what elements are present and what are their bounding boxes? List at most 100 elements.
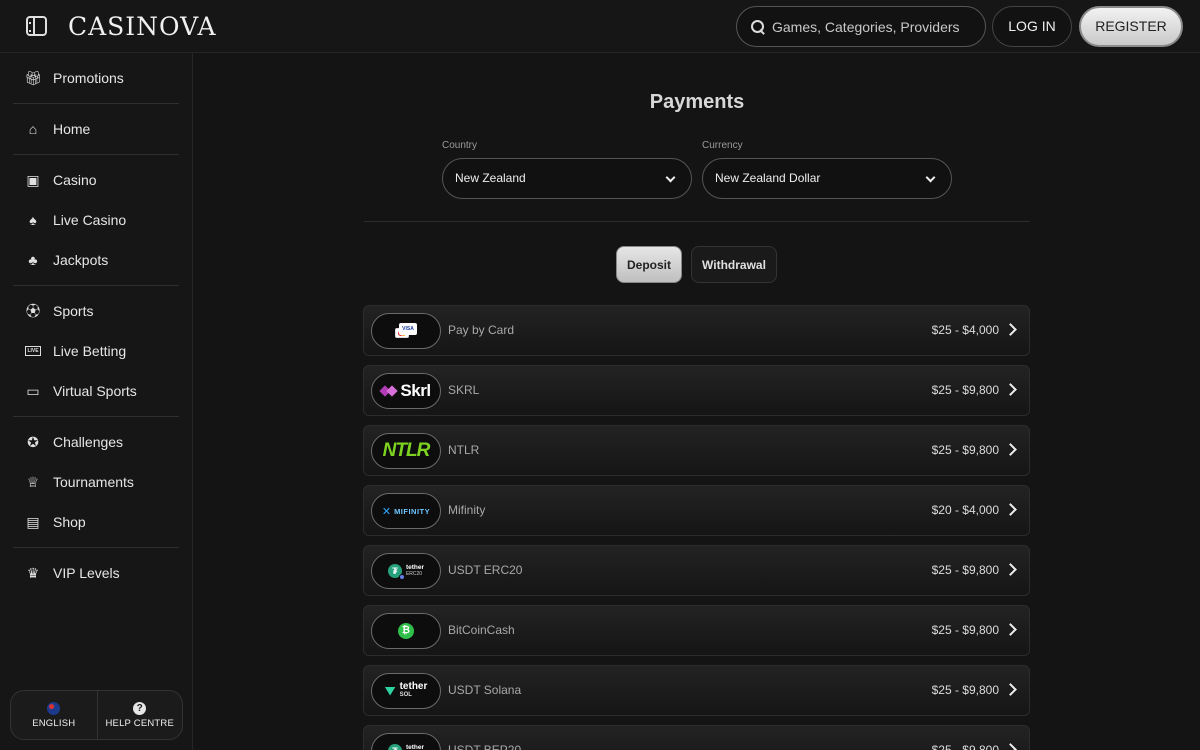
slot-machine-icon: ▣ [26,172,40,188]
sidebar-item-virtual-sports[interactable]: ▭ Virtual Sports [13,371,179,411]
tab-withdrawal[interactable]: Withdrawal [691,246,777,283]
payment-method-row[interactable]: NTLR NTLR $25 - $9,800 [363,425,1030,476]
sidebar-item-label: Tournaments [53,474,134,490]
sidebar-item-live-betting[interactable]: LIVE Live Betting [13,331,179,371]
search-box[interactable] [736,6,986,47]
payment-method-limits: $25 - $9,800 [931,383,999,397]
top-header: CASINOVA LOG IN REGISTER [0,0,1200,53]
register-button[interactable]: REGISTER [1079,6,1183,47]
sidebar-item-label: Virtual Sports [53,383,137,399]
chevron-right-icon [1004,563,1017,576]
payment-logo-ntlr: NTLR [371,433,441,469]
sidebar: 🎁︎ Promotions ⌂ Home ▣ Casino ♠ Live Casino ♣ Jac… [0,53,193,750]
visa-logo-text: VISA [399,323,417,335]
help-centre-label: HELP CENTRE [105,717,175,729]
search-icon [751,19,765,34]
nav-group: ✪ Challenges ♕ Tournaments ▤ Shop [13,417,179,548]
brand-logo[interactable]: CASINOVA [68,10,217,44]
payment-method-row[interactable]: ✕ MIFINITY Mifinity $20 - $4,000 [363,485,1030,536]
sidebar-item-label: Jackpots [53,252,109,268]
sidebar-item-label: VIP Levels [53,565,120,581]
payment-method-row[interactable]: ₮ tether ERC20 USDT ERC20 $25 - $9,800 [363,545,1030,596]
help-icon: ? [133,701,147,715]
mifinity-logo-text: MIFINITY [394,506,431,516]
language-label: ENGLISH [32,717,76,729]
sidebar-item-casino[interactable]: ▣ Casino [13,160,179,200]
sidebar-item-label: Challenges [53,434,124,450]
sidebar-item-vip-levels[interactable]: ♛ VIP Levels [13,553,179,593]
main-content: Payments Country New Zealand Currency Ne… [194,54,1200,750]
skrl-logo-text: Skrl [400,381,431,400]
shop-icon: ▤ [26,514,40,530]
sidebar-item-label: Sports [53,303,94,319]
payment-method-name: NTLR [448,443,480,457]
chevron-down-icon [925,172,936,183]
sidebar-item-sports[interactable]: ⚽︎ Sports [13,291,179,331]
monitor-icon: ▭ [26,383,40,399]
payment-logo-tether-erc20: ₮ tether ERC20 [371,553,441,589]
payment-method-name: USDT ERC20 [448,563,523,577]
payment-method-limits: $25 - $9,800 [931,623,999,637]
bitcoin-cash-logo: ₿ [398,623,414,639]
payment-logo-skrl: Skrl [371,373,441,409]
divider [364,221,1030,222]
language-selector[interactable]: ENGLISH [11,691,97,739]
help-centre-button[interactable]: ? HELP CENTRE [96,691,183,739]
ntlr-logo-text: NTLR [382,440,431,461]
payment-method-name: USDT BEP20 [448,743,522,750]
currency-select[interactable]: New Zealand Dollar [702,158,952,199]
payment-method-row[interactable]: VISA Pay by Card $25 - $4,000 [363,305,1030,356]
sidebar-item-label: Live Betting [53,343,127,359]
sidebar-item-label: Home [53,121,91,137]
chevron-right-icon [1004,503,1017,516]
sidebar-toggle-icon[interactable] [26,16,47,36]
sidebar-footer: ENGLISH ? HELP CENTRE [10,690,183,740]
sidebar-item-label: Live Casino [53,212,127,228]
chevron-right-icon [1004,383,1017,396]
payment-method-name: SKRL [448,383,480,397]
tether-logo-sub: SOL [399,692,412,698]
payment-method-name: Pay by Card [448,323,515,337]
soccer-ball-icon: ⚽︎ [26,303,40,319]
payment-method-row[interactable]: ₿ BitCoinCash $25 - $9,800 [363,605,1030,656]
chevron-right-icon [1004,743,1017,750]
payment-method-row[interactable]: ₮tetherBEP20 USDT BEP20 $25 - $9,800 [363,725,1030,750]
country-select[interactable]: New Zealand [442,158,692,199]
country-value: New Zealand [455,171,526,185]
tether-logo-sub: ERC20 [405,571,423,577]
sidebar-item-live-casino[interactable]: ♠ Live Casino [13,200,179,240]
payment-method-limits: $25 - $9,800 [931,443,999,457]
tab-deposit[interactable]: Deposit [616,246,682,283]
payment-method-limits: $25 - $9,800 [931,743,999,750]
home-icon: ⌂ [28,121,38,137]
clover-icon: ♣ [28,252,38,268]
nav-group: ▣ Casino ♠ Live Casino ♣ Jackpots [13,155,179,286]
trophy-icon: ♕ [26,474,40,490]
chevron-right-icon [1004,323,1017,336]
sidebar-item-challenges[interactable]: ✪ Challenges [13,422,179,462]
currency-value: New Zealand Dollar [715,171,821,185]
sidebar-item-promotions[interactable]: 🎁︎ Promotions [13,58,179,98]
sidebar-item-label: Promotions [53,70,124,86]
page-title: Payments [649,91,745,113]
nav-group: 🎁︎ Promotions [13,53,179,104]
sidebar-item-home[interactable]: ⌂ Home [13,109,179,149]
sidebar-item-shop[interactable]: ▤ Shop [13,502,179,542]
login-button[interactable]: LOG IN [992,6,1072,47]
payment-method-name: BitCoinCash [448,623,515,637]
search-input[interactable] [772,18,972,35]
payment-method-name: USDT Solana [448,683,522,697]
medal-icon: ✪ [27,434,39,450]
cards-icon: ♠ [29,212,37,228]
nav-group: ⚽︎ Sports LIVE Live Betting ▭ Virtual Sports [13,286,179,417]
sidebar-item-tournaments[interactable]: ♕ Tournaments [13,462,179,502]
payment-method-limits: $20 - $4,000 [931,503,999,517]
crown-icon: ♛ [26,565,40,581]
sidebar-nav: 🎁︎ Promotions ⌂ Home ▣ Casino ♠ Live Casino ♣ Jac… [0,53,192,598]
chevron-right-icon [1004,623,1017,636]
payment-method-row[interactable]: Skrl SKRL $25 - $9,800 [363,365,1030,416]
sidebar-item-jackpots[interactable]: ♣ Jackpots [13,240,179,280]
payment-method-row[interactable]: tether SOL USDT Solana $25 - $9,800 [363,665,1030,716]
gift-icon: 🎁︎ [24,70,42,86]
payment-method-limits: $25 - $4,000 [931,323,999,337]
